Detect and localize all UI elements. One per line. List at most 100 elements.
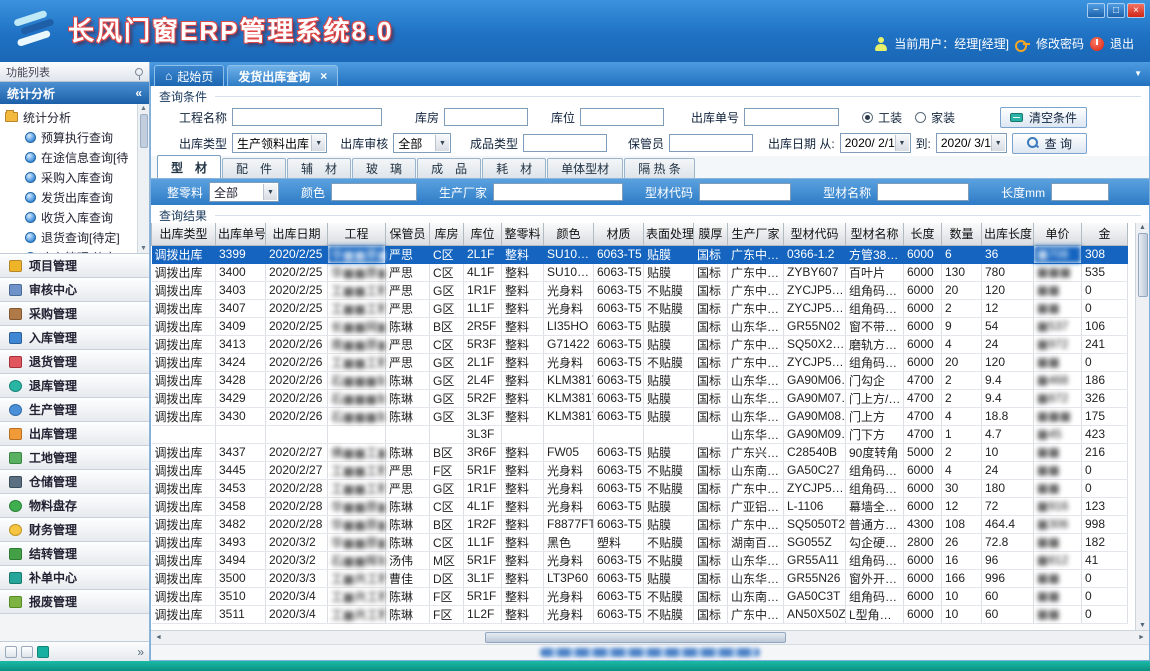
- sidebar-tree-item[interactable]: 在途信息查询[待: [5, 147, 137, 167]
- sidebar-item-scrap[interactable]: 报废管理: [0, 590, 149, 614]
- product-type-input[interactable]: [523, 134, 607, 152]
- column-header[interactable]: 保管员: [386, 223, 430, 245]
- material-tab-7[interactable]: 隔 热 条: [624, 158, 695, 178]
- table-row[interactable]: 调拨出库34302020/2/26石▦▦▦城陈琳G区3L3F整料KLM38176…: [152, 407, 1128, 425]
- date-from-picker[interactable]: 2020/ 2/16 ▼: [840, 133, 911, 153]
- table-row[interactable]: 调拨出库35002020/3/3工▦共工程曹佳D区3L1F整料LT3P60606…: [152, 569, 1128, 587]
- workwear-radio[interactable]: [862, 112, 873, 123]
- panel-icon[interactable]: [5, 646, 17, 658]
- table-row[interactable]: 调拨出库34942020/3/2石▦▦辉城汤伟M区5R1F整料光身料6063-T…: [152, 551, 1128, 569]
- sidebar-item-inventory[interactable]: 物料盘存: [0, 494, 149, 518]
- sidebar-section-statistics[interactable]: 统计分析 «: [0, 82, 149, 104]
- table-row[interactable]: 调拨出库35112020/3/4工▦共工程陈琳F区1L2F整料光身料6063-T…: [152, 605, 1128, 623]
- tree-scrollbar[interactable]: ▲ ▼: [137, 104, 149, 253]
- column-header[interactable]: 材质: [594, 223, 644, 245]
- column-header[interactable]: 出库类型: [152, 223, 216, 245]
- color-input[interactable]: [331, 183, 417, 201]
- window-icon[interactable]: [21, 646, 33, 658]
- sidebar-tree-item[interactable]: 收货入库查询: [5, 207, 137, 227]
- maximize-button[interactable]: □: [1107, 3, 1125, 18]
- collapse-icon[interactable]: «: [135, 86, 142, 100]
- table-row[interactable]: 调拨出库34072020/2/25工▦▦工程严思G区1L1F整料光身料6063-…: [152, 299, 1128, 317]
- close-button[interactable]: ×: [1127, 3, 1145, 18]
- column-header[interactable]: 长度: [904, 223, 942, 245]
- column-header[interactable]: 出库长度: [982, 223, 1034, 245]
- more-icon[interactable]: »: [137, 645, 144, 659]
- table-row[interactable]: 调拨出库34932020/3/2华▦▦原▦陈琳C区1L1F整料黑色塑料不贴膜国标…: [152, 533, 1128, 551]
- table-row[interactable]: 调拨出库34532020/2/28工▦▦工程严思G区1R1F整料光身料6063-…: [152, 479, 1128, 497]
- column-header[interactable]: 生产厂家: [728, 223, 784, 245]
- column-header[interactable]: 颜色: [544, 223, 594, 245]
- sidebar-item-finance[interactable]: 财务管理: [0, 518, 149, 542]
- scroll-thumb[interactable]: [485, 632, 785, 643]
- home-decor-radio[interactable]: [915, 112, 926, 123]
- column-header[interactable]: 工程: [328, 223, 386, 245]
- column-header[interactable]: 膜厚: [694, 223, 728, 245]
- query-button[interactable]: 查 询: [1012, 133, 1087, 154]
- pin-icon[interactable]: [135, 68, 143, 76]
- material-tab-6[interactable]: 单体型材: [547, 158, 623, 178]
- vertical-scrollbar[interactable]: ▲ ▼: [1135, 223, 1149, 630]
- table-row[interactable]: 调拨出库34002020/2/25华▦▦原▦严思C区4L1F整料SU10…606…: [152, 263, 1128, 281]
- sidebar-item-project-folder[interactable]: 项目管理: [0, 254, 149, 278]
- sidebar-item-site[interactable]: 工地管理: [0, 446, 149, 470]
- theme-icon[interactable]: [37, 646, 49, 658]
- scroll-up-icon[interactable]: ▲: [140, 105, 147, 112]
- table-row[interactable]: 调拨出库34282020/2/26石▦▦▦城陈琳G区2L4F整料KLM38176…: [152, 371, 1128, 389]
- column-header[interactable]: 库位: [464, 223, 502, 245]
- column-header[interactable]: 库房: [430, 223, 464, 245]
- profile-code-input[interactable]: [699, 183, 791, 201]
- material-tab-0[interactable]: 型 材: [157, 155, 221, 178]
- project-name-input[interactable]: [232, 108, 382, 126]
- outbound-type-select[interactable]: 生产领料出库 ▼: [232, 133, 327, 153]
- column-header[interactable]: 型材代码: [784, 223, 846, 245]
- sidebar-item-purchase[interactable]: 采购管理: [0, 302, 149, 326]
- profile-name-input[interactable]: [877, 183, 969, 201]
- sidebar-tree-item[interactable]: 发货出库查询: [5, 187, 137, 207]
- table-row[interactable]: 调拨出库35102020/3/4工▦共工程陈琳F区5R1F整料光身料6063-T…: [152, 587, 1128, 605]
- horizontal-scrollbar[interactable]: ◄ ►: [151, 630, 1149, 644]
- column-header[interactable]: 单价: [1034, 223, 1082, 245]
- column-header[interactable]: 出库日期: [266, 223, 328, 245]
- material-tab-3[interactable]: 玻 璃: [352, 158, 416, 178]
- table-row[interactable]: 调拨出库34582020/2/28华▦▦原▦陈琳C区4L1F整料光身料6063-…: [152, 497, 1128, 515]
- table-row[interactable]: 调拨出库34822020/2/28华▦▦原▦陈琳B区1R2F整料F8877FT6…: [152, 515, 1128, 533]
- column-header[interactable]: 整零料: [502, 223, 544, 245]
- table-row[interactable]: 调拨出库34452020/2/27工▦▦工程严思F区5R1F整料光身料6063-…: [152, 461, 1128, 479]
- keeper-input[interactable]: [669, 134, 753, 152]
- minimize-button[interactable]: −: [1087, 3, 1105, 18]
- logout-link[interactable]: 退出: [1110, 35, 1134, 52]
- sidebar-item-outbound[interactable]: 出库管理: [0, 422, 149, 446]
- table-row[interactable]: 调拨出库33992020/2/25华▦▦原▦严思C区2L1F整料SU10…606…: [152, 245, 1128, 263]
- sidebar-tree-item[interactable]: 采购入库查询: [5, 167, 137, 187]
- clear-conditions-button[interactable]: 清空条件: [1000, 107, 1087, 128]
- scroll-thumb[interactable]: [140, 114, 148, 148]
- sidebar-item-carryover[interactable]: 结转管理: [0, 542, 149, 566]
- warehouse-input[interactable]: [444, 108, 528, 126]
- length-input[interactable]: [1051, 183, 1109, 201]
- sidebar-item-inbound[interactable]: 入库管理: [0, 326, 149, 350]
- scroll-up-icon[interactable]: ▲: [1139, 224, 1146, 231]
- scroll-down-icon[interactable]: ▼: [1139, 622, 1146, 629]
- column-header[interactable]: 出库单号: [216, 223, 266, 245]
- table-row[interactable]: 调拨出库34292020/2/26石▦▦▦城陈琳G区5R2F整料KLM38176…: [152, 389, 1128, 407]
- scroll-down-icon[interactable]: ▼: [140, 245, 147, 252]
- manufacturer-input[interactable]: [493, 183, 623, 201]
- table-row[interactable]: 调拨出库34092020/2/25长▦▦网▦陈琳B区2R5F整料LI35HO60…: [152, 317, 1128, 335]
- table-row[interactable]: 调拨出库34032020/2/25工▦▦工程严思G区1R1F整料光身料6063-…: [152, 281, 1128, 299]
- tab-list-dropdown-icon[interactable]: ▼: [1134, 69, 1142, 78]
- sidebar-item-warehouse[interactable]: 仓储管理: [0, 470, 149, 494]
- sidebar-tree-item[interactable]: 预算执行查询: [5, 127, 137, 147]
- table-row[interactable]: 调拨出库34132020/2/26南▦▦原▦严思C区5R3F整料G7142260…: [152, 335, 1128, 353]
- tab-close-icon[interactable]: ×: [320, 69, 327, 83]
- date-to-picker[interactable]: 2020/ 3/16 ▼: [936, 133, 1007, 153]
- sidebar-item-return-goods[interactable]: 退货管理: [0, 350, 149, 374]
- scroll-thumb[interactable]: [1138, 233, 1148, 297]
- scroll-left-icon[interactable]: ◄: [151, 631, 166, 644]
- sidebar-tree-item[interactable]: 库存管理[待定]: [5, 247, 137, 253]
- sidebar-tree-item[interactable]: 退货查询[待定]: [5, 227, 137, 247]
- sidebar-item-return-store[interactable]: 退库管理: [0, 374, 149, 398]
- column-header[interactable]: 金: [1082, 223, 1128, 245]
- sidebar-item-production[interactable]: 生产管理: [0, 398, 149, 422]
- tree-root-statistics[interactable]: 统计分析: [5, 107, 137, 127]
